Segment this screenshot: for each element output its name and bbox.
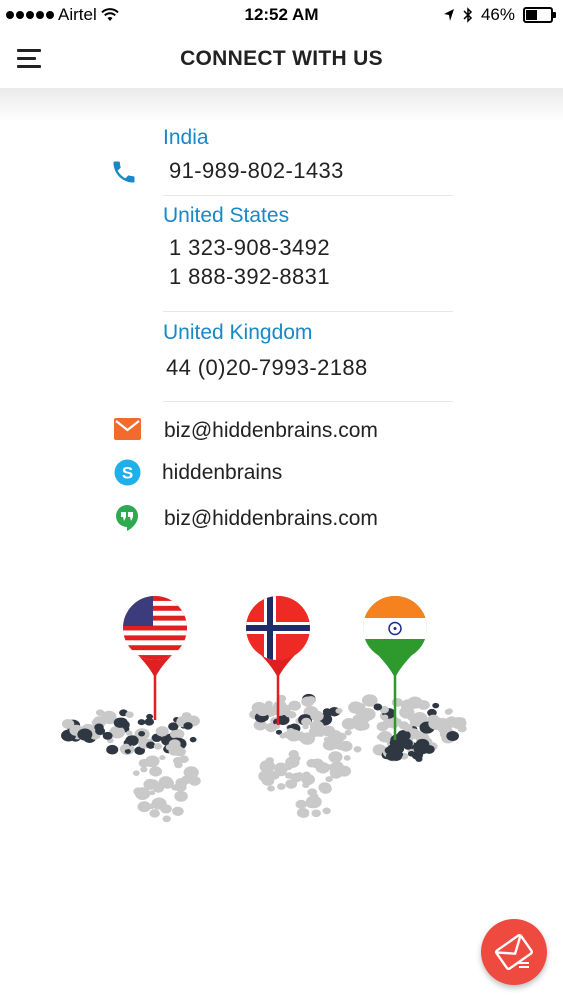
battery-level [526,10,538,20]
hangouts-link[interactable]: biz@hiddenbrains.com [164,507,378,531]
status-bar: Airtel 12:52 AM 46% [0,0,563,30]
battery-percent: 46% [480,5,515,24]
map-dots [61,693,467,823]
divider [163,195,453,196]
world-map-illustration [61,596,467,823]
phone-number[interactable]: 44 (0)20-7993-2188 [166,355,368,381]
skype-icon: S [114,459,141,486]
page-title: CONNECT WITH US [180,47,383,70]
phone-number[interactable]: 1 888-392-8831 [169,264,330,290]
usa-flag-pin [123,596,187,720]
phone-icon [113,161,135,183]
divider [163,311,453,312]
divider [163,401,453,402]
phone-number[interactable]: 1 323-908-3492 [169,235,330,261]
app-header: CONNECT WITH US [0,30,563,88]
status-right-group: 46% [443,5,556,25]
compose-message-button[interactable] [481,919,547,985]
country-united-states: United States [163,204,290,227]
email-icon [114,418,141,440]
country-united-kingdom: United Kingdom [163,321,313,344]
email-link[interactable]: biz@hiddenbrains.com [164,419,378,443]
country-india: India [163,126,209,149]
phone-number[interactable]: 91-989-802-1433 [169,158,344,184]
hangouts-icon [116,505,138,531]
header-shadow [0,86,563,122]
bluetooth-icon [463,7,473,23]
skype-id[interactable]: hiddenbrains [162,461,282,485]
battery-icon [523,7,556,23]
envelope-icon [494,933,534,971]
location-arrow-icon [443,9,454,21]
svg-text:S: S [122,464,133,483]
